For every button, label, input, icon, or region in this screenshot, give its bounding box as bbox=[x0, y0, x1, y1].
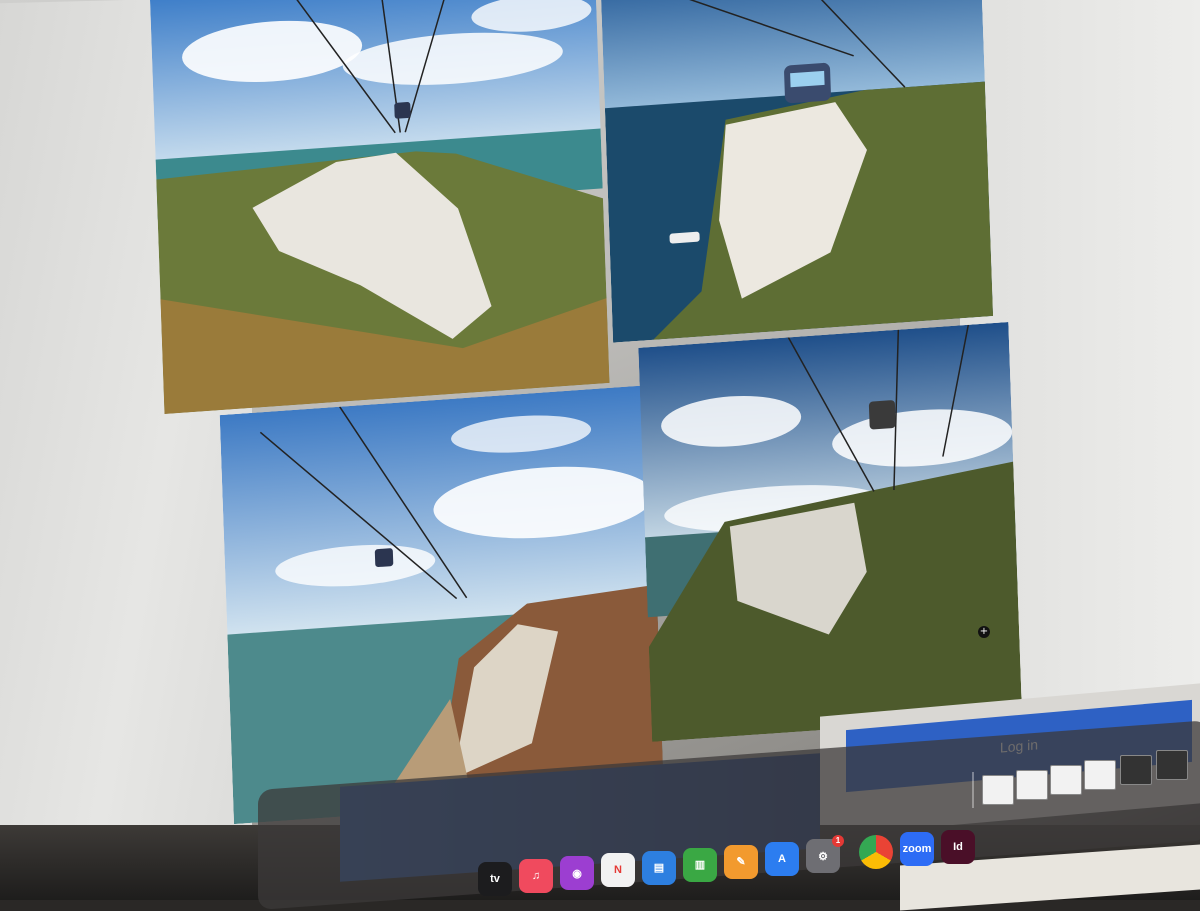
app-store-icon[interactable]: A bbox=[765, 841, 799, 876]
window-thumbnail[interactable] bbox=[1120, 755, 1152, 785]
window-thumbnail[interactable] bbox=[1016, 770, 1048, 800]
image-grid bbox=[150, 0, 1023, 825]
notification-badge: 1 bbox=[832, 835, 844, 848]
keynote-icon[interactable]: ▤ bbox=[642, 850, 676, 885]
dock-separator bbox=[972, 772, 974, 808]
image-tile-2[interactable] bbox=[600, 0, 994, 343]
add-icon[interactable]: + bbox=[978, 626, 990, 638]
podcasts-icon[interactable]: ◉ bbox=[560, 856, 594, 891]
indesign-icon[interactable]: Id bbox=[941, 829, 975, 864]
window-thumbnail[interactable] bbox=[1050, 765, 1082, 795]
image-tile-4[interactable] bbox=[638, 321, 1023, 742]
music-icon[interactable]: ♫ bbox=[519, 859, 553, 894]
window-thumbnail[interactable] bbox=[1084, 760, 1116, 790]
pages-icon[interactable]: ✎ bbox=[724, 844, 758, 879]
image-tile-1[interactable] bbox=[150, 0, 610, 414]
cliff-image-3 bbox=[219, 385, 664, 825]
tv-icon[interactable]: tv bbox=[478, 862, 512, 896]
cliff-image-4 bbox=[638, 321, 1023, 742]
cliff-image-1 bbox=[150, 0, 610, 414]
window-thumbnail[interactable] bbox=[1156, 750, 1188, 780]
news-icon[interactable]: N bbox=[601, 853, 635, 888]
cliff-image-2 bbox=[600, 0, 994, 343]
zoom-icon[interactable]: zoom bbox=[900, 832, 934, 867]
system-settings-icon[interactable]: ⚙ 1 bbox=[806, 835, 844, 874]
numbers-icon[interactable]: ▥ bbox=[683, 847, 717, 882]
image-tile-3[interactable] bbox=[219, 385, 664, 825]
window-thumbnail[interactable] bbox=[982, 775, 1014, 805]
